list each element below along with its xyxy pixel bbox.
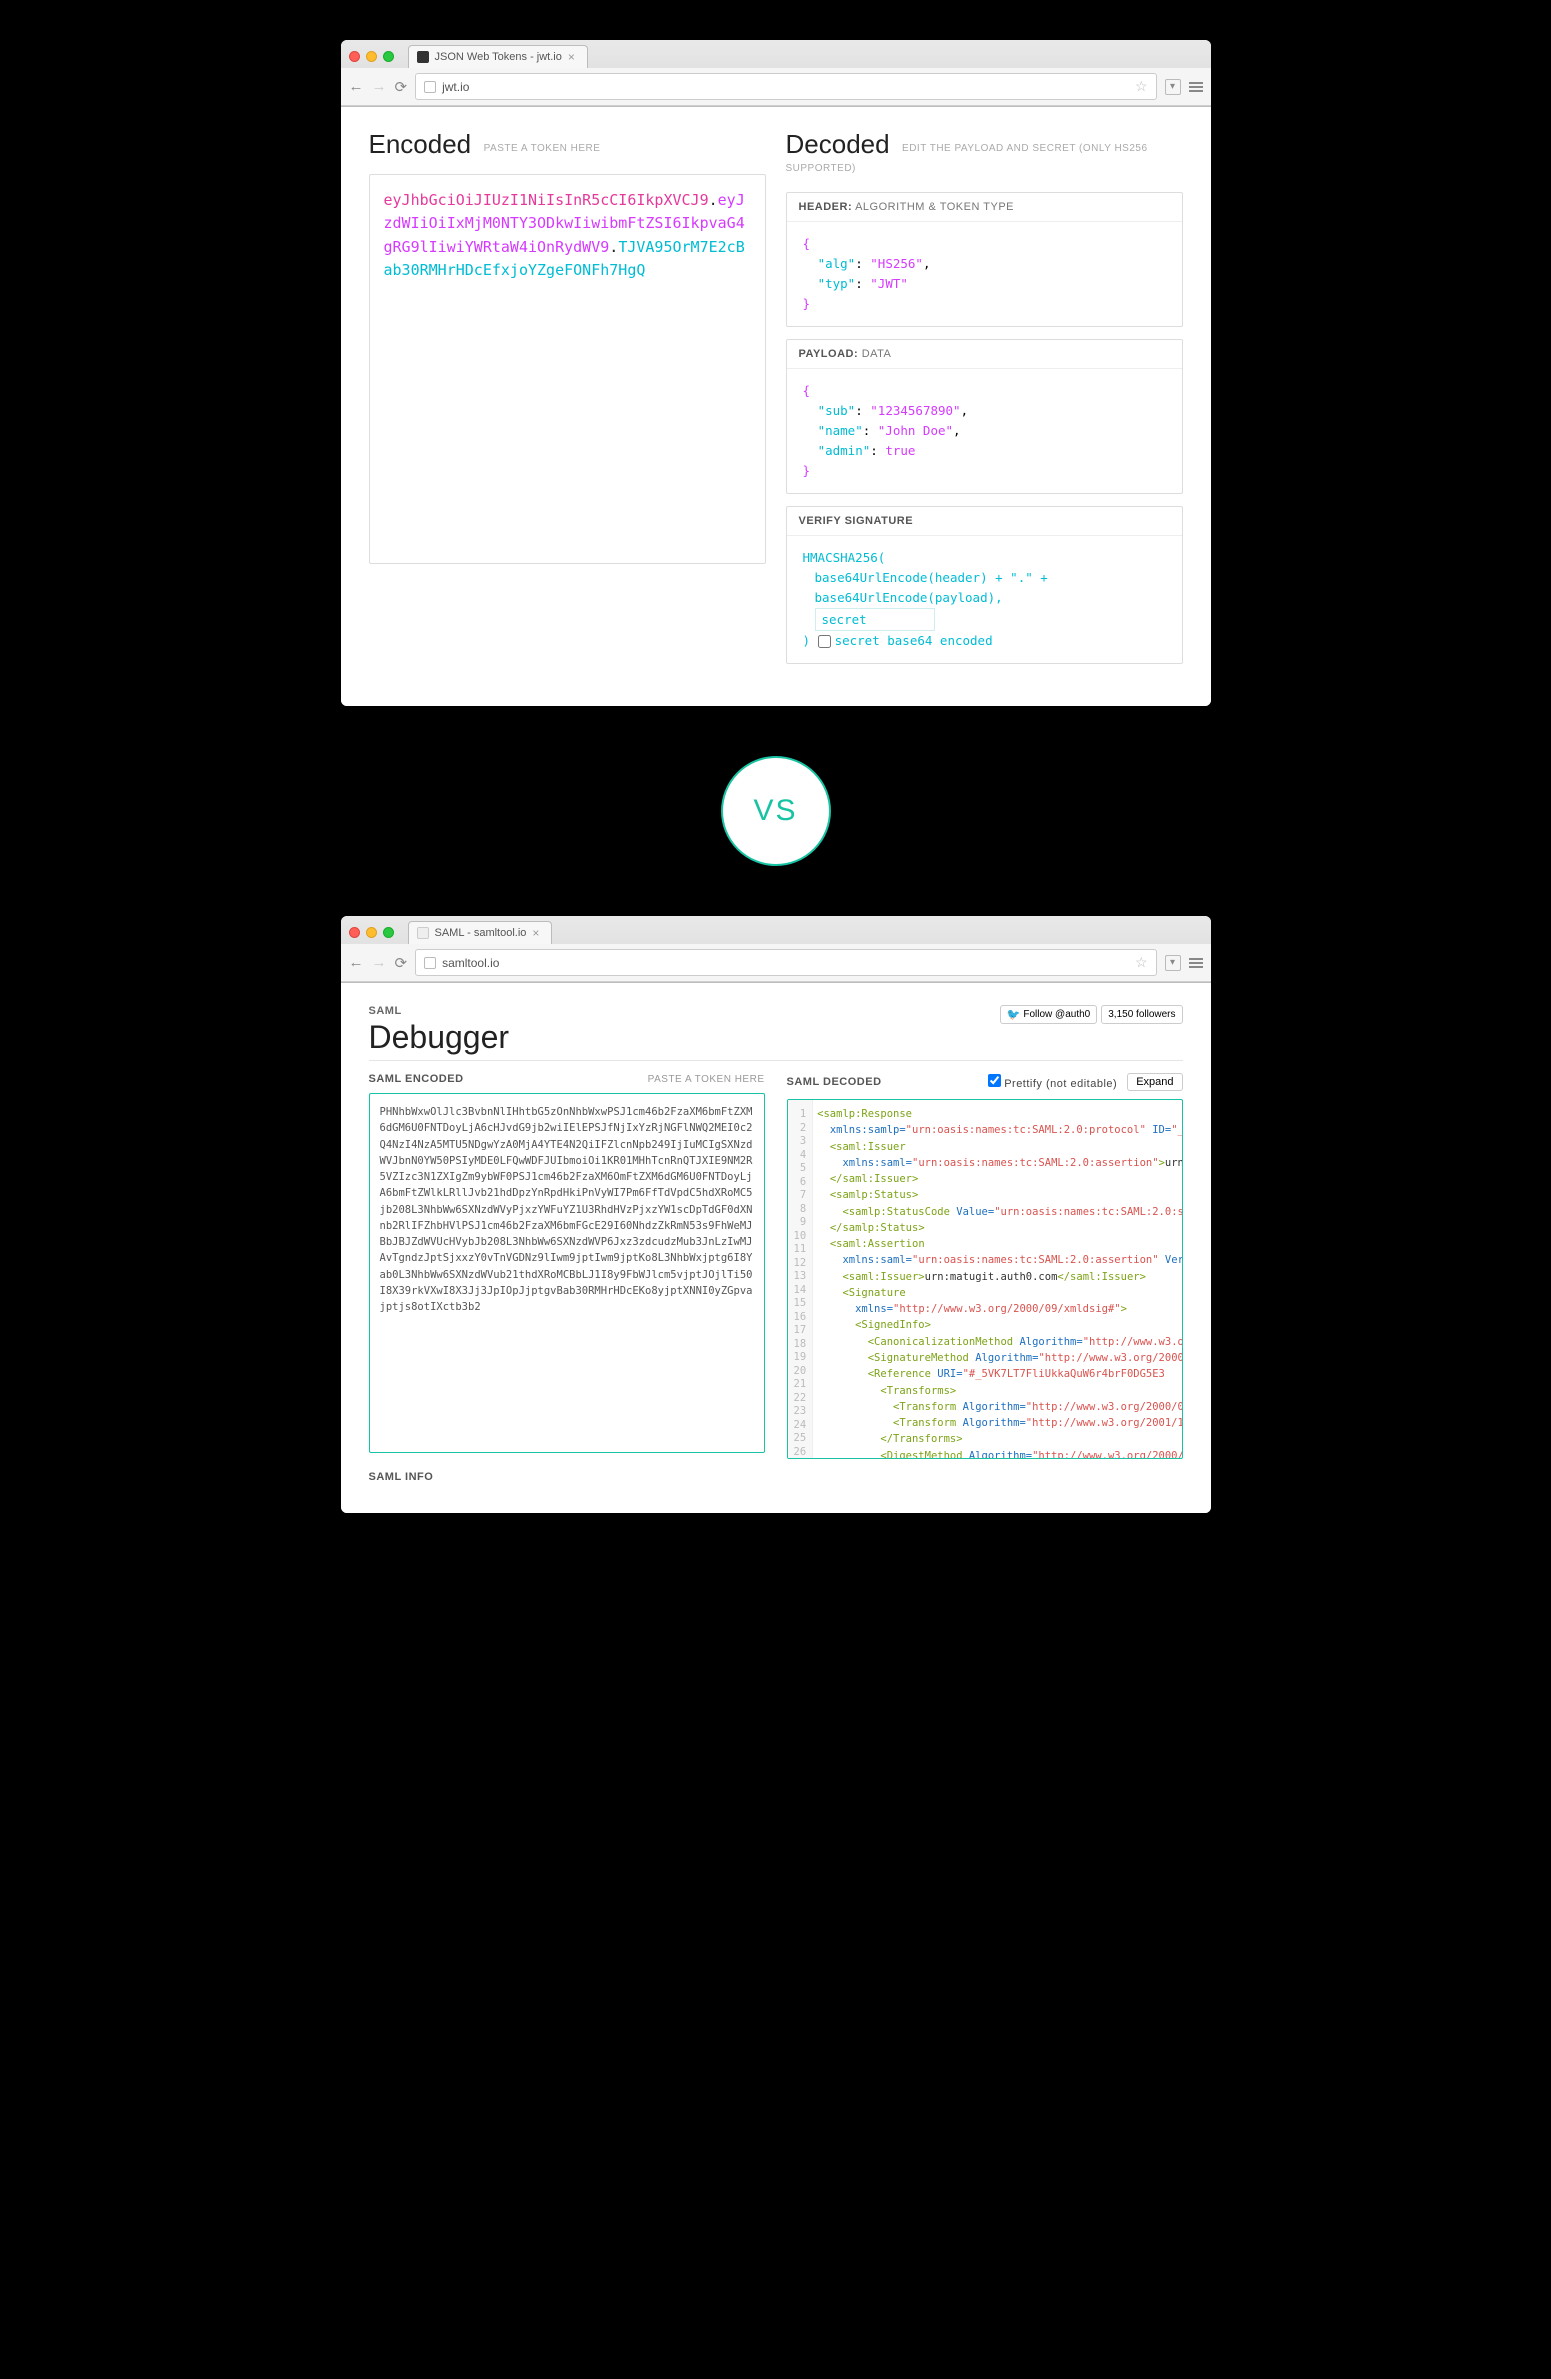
tab-title: JSON Web Tokens - jwt.io — [435, 51, 562, 63]
saml-heading: Debugger — [369, 1019, 510, 1056]
signature-panel: VERIFY SIGNATURE HMACSHA256( base64UrlEn… — [786, 506, 1183, 664]
chrome-top: SAML - samltool.io × ← → ⟳ samltool.io ☆… — [341, 916, 1211, 983]
sig-line-1: base64UrlEncode(header) + "." + — [803, 568, 1166, 588]
page-icon — [424, 81, 436, 93]
payload-panel-label: PAYLOAD: — [799, 348, 859, 360]
header-panel-sub: ALGORITHM & TOKEN TYPE — [855, 201, 1014, 213]
encoded-hint: PASTE A TOKEN HERE — [484, 143, 601, 154]
minimize-window-icon[interactable] — [366, 927, 377, 938]
address-bar[interactable]: samltool.io ☆ — [415, 949, 1156, 976]
close-tab-icon[interactable]: × — [532, 926, 539, 940]
signature-panel-label: VERIFY SIGNATURE — [799, 515, 914, 527]
payload-panel-sub: DATA — [862, 348, 892, 360]
twitter-icon: 🐦 — [1007, 1008, 1021, 1021]
encoded-heading: Encoded — [369, 129, 472, 160]
sig-fn: HMACSHA256( — [803, 548, 1166, 568]
vs-badge: VS — [721, 756, 831, 866]
browser-tab[interactable]: SAML - samltool.io × — [408, 921, 553, 944]
token-header-segment: eyJhbGciOiJIUzI1NiIsInR5cCI6IkpXVCJ9 — [384, 191, 709, 209]
saml-encoded-hint: PASTE A TOKEN HERE — [648, 1074, 765, 1085]
maximize-window-icon[interactable] — [383, 927, 394, 938]
close-window-icon[interactable] — [349, 51, 360, 62]
chrome-top: JSON Web Tokens - jwt.io × ← → ⟳ jwt.io … — [341, 40, 1211, 107]
window-controls — [349, 51, 394, 62]
bookmark-icon[interactable]: ☆ — [1135, 78, 1148, 95]
profile-icon[interactable]: ▾ — [1165, 955, 1181, 971]
secret-b64-label[interactable]: secret base64 encoded — [818, 633, 993, 648]
header-json[interactable]: { "alg": "HS256", "typ": "JWT" } — [787, 222, 1182, 326]
tab-favicon — [417, 51, 429, 63]
back-button[interactable]: ← — [349, 954, 364, 971]
saml-encoded-heading: SAML ENCODED — [369, 1073, 464, 1085]
hamburger-menu-icon[interactable] — [1189, 82, 1203, 92]
url-text: samltool.io — [442, 956, 499, 970]
back-button[interactable]: ← — [349, 78, 364, 95]
prettify-toggle[interactable]: Prettify (not editable) — [988, 1074, 1118, 1090]
secret-b64-checkbox[interactable] — [818, 635, 831, 648]
encoded-token-input[interactable]: eyJhbGciOiJIUzI1NiIsInR5cCI6IkpXVCJ9.eyJ… — [369, 174, 766, 564]
maximize-window-icon[interactable] — [383, 51, 394, 62]
forward-button[interactable]: → — [372, 954, 387, 971]
close-window-icon[interactable] — [349, 927, 360, 938]
reload-button[interactable]: ⟳ — [395, 954, 408, 972]
saml-encoded-textarea[interactable]: PHNhbWxwOlJlc3BvbnNlIHhtbG5zOnNhbWxwPSJ1… — [369, 1093, 765, 1453]
saml-decoded-heading: SAML DECODED — [787, 1076, 882, 1088]
forward-button[interactable]: → — [372, 78, 387, 95]
reload-button[interactable]: ⟳ — [395, 78, 408, 96]
prettify-checkbox[interactable] — [988, 1074, 1001, 1087]
saml-info-heading: SAML INFO — [369, 1471, 765, 1483]
decoded-heading: Decoded — [786, 129, 890, 160]
line-gutter: 1234567891011121314151617181920212223242… — [788, 1100, 814, 1458]
secret-input[interactable] — [815, 608, 935, 631]
saml-crumb: SAML — [369, 1005, 510, 1017]
header-panel: HEADER: ALGORITHM & TOKEN TYPE { "alg": … — [786, 192, 1183, 327]
profile-icon[interactable]: ▾ — [1165, 79, 1181, 95]
header-panel-label: HEADER: — [799, 201, 853, 213]
browser-tab[interactable]: JSON Web Tokens - jwt.io × — [408, 45, 588, 68]
xml-content: <samlp:Response xmlns:samlp="urn:oasis:n… — [813, 1100, 1181, 1458]
tab-title: SAML - samltool.io — [435, 927, 527, 939]
browser-window-saml: SAML - samltool.io × ← → ⟳ samltool.io ☆… — [341, 916, 1211, 1513]
payload-panel: PAYLOAD: DATA { "sub": "1234567890", "na… — [786, 339, 1183, 494]
vs-separator: VS — [30, 756, 1521, 866]
browser-window-jwt: JSON Web Tokens - jwt.io × ← → ⟳ jwt.io … — [341, 40, 1211, 706]
jwt-page: Encoded PASTE A TOKEN HERE eyJhbGciOiJIU… — [341, 107, 1211, 706]
payload-json[interactable]: { "sub": "1234567890", "name": "John Doe… — [787, 369, 1182, 493]
address-bar[interactable]: jwt.io ☆ — [415, 73, 1156, 100]
follower-count: 3,150 followers — [1101, 1005, 1182, 1024]
saml-page: SAML Debugger 🐦Follow @auth0 3,150 follo… — [341, 983, 1211, 1513]
minimize-window-icon[interactable] — [366, 51, 377, 62]
sig-line-2: base64UrlEncode(payload), — [803, 588, 1166, 608]
window-controls — [349, 927, 394, 938]
tab-favicon — [417, 927, 429, 939]
close-tab-icon[interactable]: × — [568, 50, 575, 64]
bookmark-icon[interactable]: ☆ — [1135, 954, 1148, 971]
page-icon — [424, 957, 436, 969]
hamburger-menu-icon[interactable] — [1189, 958, 1203, 968]
expand-button[interactable]: Expand — [1127, 1073, 1182, 1091]
saml-decoded-viewer[interactable]: 1234567891011121314151617181920212223242… — [787, 1099, 1183, 1459]
twitter-follow-button[interactable]: 🐦Follow @auth0 — [1000, 1005, 1098, 1024]
url-text: jwt.io — [442, 80, 469, 94]
